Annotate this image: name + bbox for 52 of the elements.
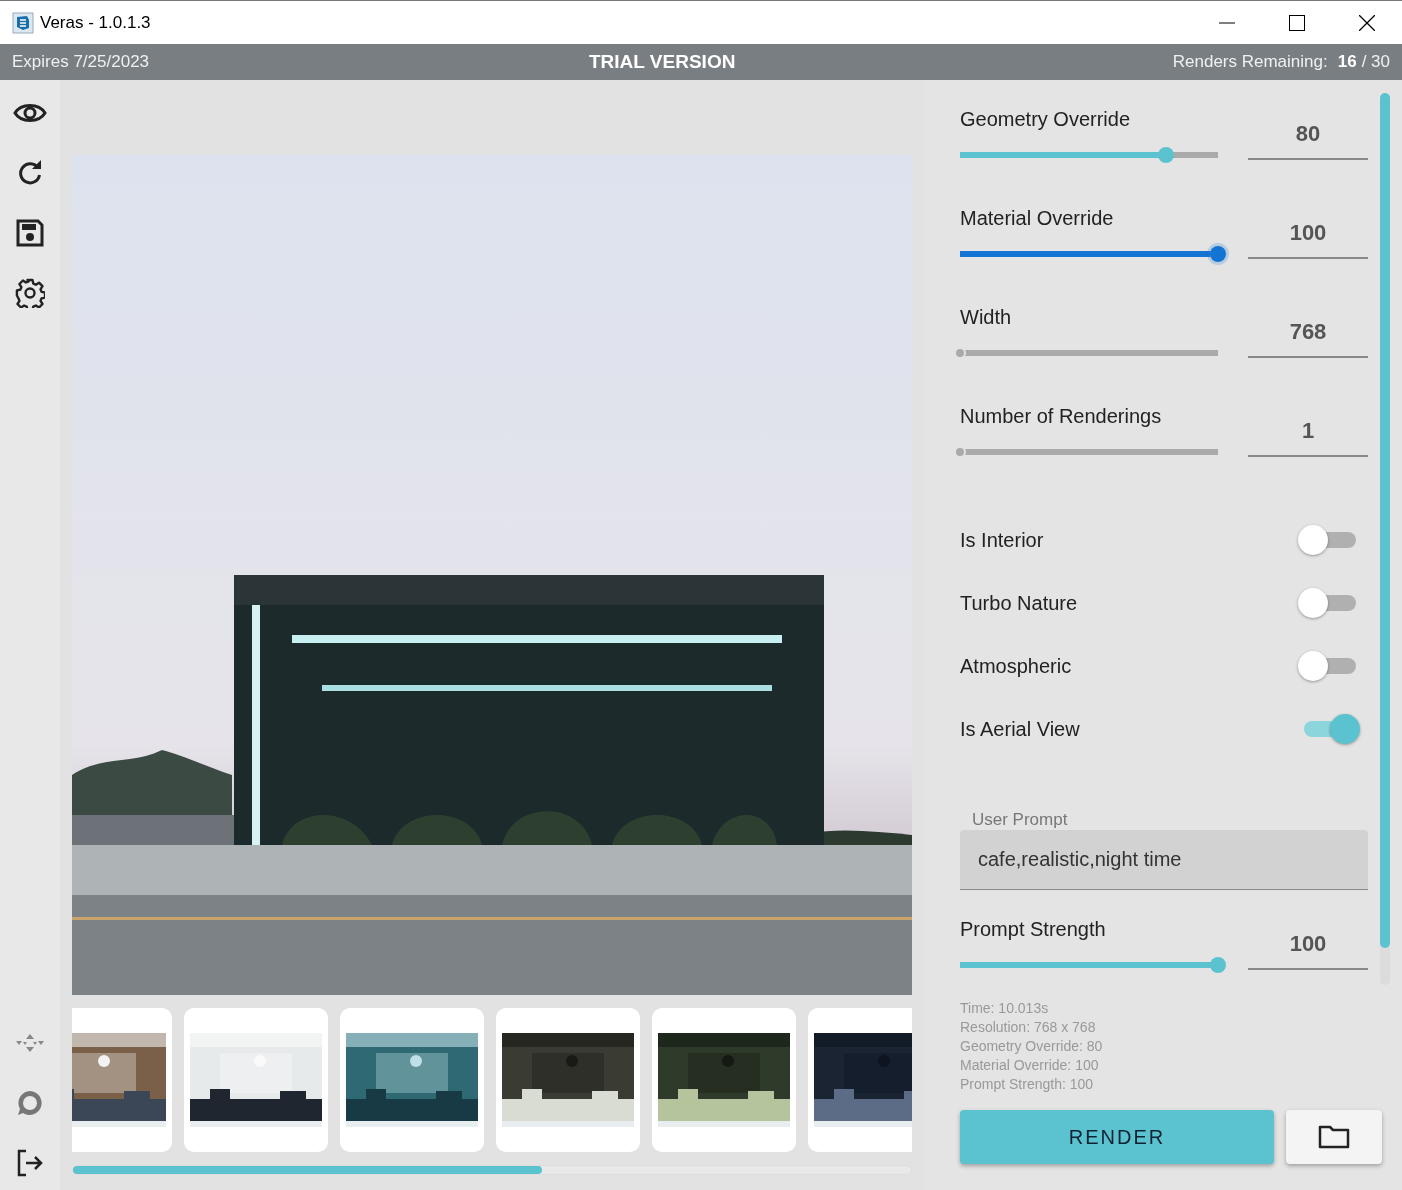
scrollbar-thumb[interactable]: [73, 1166, 543, 1174]
slider-label: Width: [960, 305, 1013, 330]
renders-used-count: 16: [1337, 51, 1357, 74]
render-info-text: Material Override: 100: [960, 1056, 1100, 1075]
render-info-text: Resolution: 768 x 768: [960, 1018, 1097, 1037]
slider-thumb[interactable]: [954, 347, 966, 359]
value-field[interactable]: 100: [1248, 219, 1368, 259]
user-prompt-field[interactable]: cafe,realistic,night time: [960, 830, 1368, 890]
thumbnail-card[interactable]: [652, 1008, 796, 1152]
renders-remaining-label: Renders Remaining:: [1172, 51, 1328, 74]
slider-label: Material Override: [960, 206, 1115, 231]
window-title: Veras - 1.0.1.3: [40, 11, 151, 34]
thumbnail-card[interactable]: [496, 1008, 640, 1152]
value-field[interactable]: 768: [1248, 318, 1368, 358]
toggle-label: Turbo Nature: [960, 590, 1078, 616]
app-logo-icon: [12, 11, 34, 34]
speech-bubble-icon: [15, 1088, 45, 1118]
folder-icon: [1318, 1125, 1350, 1149]
field-label: User Prompt: [972, 810, 1069, 830]
minimize-icon: [1219, 21, 1235, 24]
toggle-label: Is Interior: [960, 527, 1044, 553]
expiry-date: Expires 7/25/2023: [12, 51, 150, 74]
thumbnail-card[interactable]: [340, 1008, 484, 1152]
triangles-icon: [14, 1032, 46, 1054]
maximize-icon: [1289, 14, 1305, 31]
logout-icon: [16, 1149, 44, 1177]
slider-thumb[interactable]: [1210, 957, 1226, 973]
slider-thumb[interactable]: [954, 446, 966, 458]
thumbnail-card[interactable]: [808, 1008, 912, 1152]
toggle-label: Atmospheric: [960, 653, 1072, 679]
toggle-label: Is Aerial View: [960, 716, 1080, 742]
renders-total-count: / 30: [1361, 51, 1390, 74]
slider-label: Geometry Override: [960, 107, 1132, 132]
slider-label: Number of Renderings: [960, 404, 1163, 429]
thumbnail-card[interactable]: [184, 1008, 328, 1152]
toggle-switch[interactable]: [1302, 713, 1360, 744]
folder-button[interactable]: [1286, 1110, 1382, 1164]
trial-label: TRIAL VERSION: [589, 49, 736, 74]
render-info-text: Geometry Override: 80: [960, 1037, 1104, 1056]
value-field[interactable]: 80: [1248, 120, 1368, 160]
render-info-text: Prompt Strength: 100: [960, 1075, 1095, 1094]
render-info-text: Time: 10.013s: [960, 999, 1050, 1018]
settings-icon: [15, 278, 45, 308]
slider-label: Prompt Strength: [960, 917, 1107, 942]
close-icon: [1359, 14, 1375, 31]
refresh-icon: [17, 160, 43, 186]
slider-thumb[interactable]: [1210, 246, 1226, 262]
value-field[interactable]: 100: [1248, 930, 1368, 970]
eye-icon: [13, 101, 47, 125]
slider-thumb[interactable]: [1158, 147, 1175, 163]
value-field[interactable]: 1: [1248, 417, 1368, 457]
render-button[interactable]: RENDER: [960, 1110, 1274, 1164]
